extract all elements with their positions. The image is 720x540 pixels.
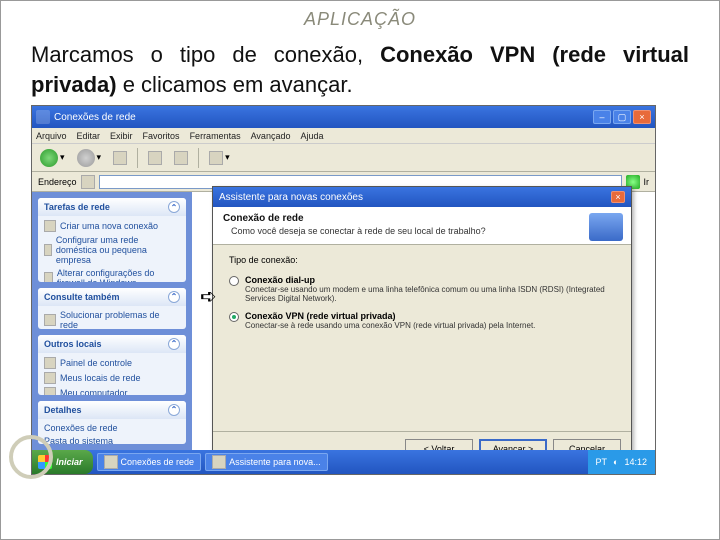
window-titlebar: Conexões de rede – ▢ × xyxy=(32,106,655,128)
dialog-subheading: Como você deseja se conectar à rede de s… xyxy=(231,226,621,236)
panel-header[interactable]: Detalhes⌃ xyxy=(38,401,186,419)
search-button[interactable] xyxy=(144,149,166,167)
sidebar-item[interactable]: Alterar configurações do firewall do Win… xyxy=(44,268,180,281)
close-button[interactable]: × xyxy=(633,110,651,124)
group-label: Tipo de conexão: xyxy=(229,255,615,265)
forward-icon xyxy=(77,149,95,167)
collapse-icon: ⌃ xyxy=(168,201,180,213)
back-icon xyxy=(40,149,58,167)
views-button[interactable]: ▾ xyxy=(205,149,234,167)
dialog-body: Tipo de conexão: Conexão dial-up Conecta… xyxy=(213,245,631,340)
item-icon xyxy=(44,220,56,232)
slide-text-prefix: Marcamos o tipo de conexão, xyxy=(31,42,380,67)
menu-bar: Arquivo Editar Exibir Favoritos Ferramen… xyxy=(32,128,655,144)
search-icon xyxy=(148,151,162,165)
dialog-heading: Conexão de rede xyxy=(223,213,621,224)
menu-item[interactable]: Favoritos xyxy=(143,131,180,141)
collapse-icon: ⌃ xyxy=(168,291,180,303)
dialog-close-button[interactable]: × xyxy=(611,191,625,203)
window-title: Conexões de rede xyxy=(54,112,136,123)
start-label: Iniciar xyxy=(56,457,83,467)
collapse-icon: ⌃ xyxy=(168,338,180,350)
dialog-titlebar: Assistente para novas conexões × xyxy=(213,187,631,207)
taskbar-task[interactable]: Conexões de rede xyxy=(97,453,202,471)
slide-text-suffix: e clicamos em avançar. xyxy=(117,72,353,97)
radio-dialup[interactable]: Conexão dial-up Conectar-se usando um mo… xyxy=(229,275,615,303)
go-label: Ir xyxy=(644,177,650,187)
item-icon xyxy=(44,314,56,326)
collapse-icon: ⌃ xyxy=(168,404,180,416)
system-tray: PT ◐ 14:12 xyxy=(588,450,655,474)
panel-details: Detalhes⌃ Conexões de rede Pasta do sist… xyxy=(38,401,186,444)
radio-desc: Conectar-se à rede usando uma conexão VP… xyxy=(245,321,535,330)
screenshot-frame: Conexões de rede – ▢ × Arquivo Editar Ex… xyxy=(31,105,656,475)
item-icon xyxy=(44,272,53,281)
slide-title: APLICAÇÃO xyxy=(1,1,719,36)
task-icon xyxy=(104,455,118,469)
slide-decor-circle xyxy=(9,435,53,479)
folders-icon xyxy=(174,151,188,165)
panel-other-places: Outros locais⌃ Painel de controle Meus l… xyxy=(38,335,186,395)
tray-clock: 14:12 xyxy=(624,457,647,467)
radio-title: Conexão VPN (rede virtual privada) xyxy=(245,311,535,321)
panel-header[interactable]: Outros locais⌃ xyxy=(38,335,186,353)
minimize-button[interactable]: – xyxy=(593,110,611,124)
radio-icon xyxy=(229,276,239,286)
side-pane: Tarefas de rede⌃ Criar uma nova conexão … xyxy=(32,192,192,450)
forward-button[interactable]: ▾ xyxy=(73,147,106,169)
sidebar-item[interactable]: Solucionar problemas de rede xyxy=(44,310,180,329)
sidebar-item[interactable]: Meus locais de rede xyxy=(44,372,180,384)
item-icon xyxy=(44,244,52,256)
window-controls: – ▢ × xyxy=(593,110,651,124)
menu-item[interactable]: Arquivo xyxy=(36,131,67,141)
panel-header[interactable]: Tarefas de rede⌃ xyxy=(38,198,186,216)
sidebar-item[interactable]: Configurar uma rede doméstica ou pequena… xyxy=(44,235,180,265)
radio-vpn[interactable]: Conexão VPN (rede virtual privada) Conec… xyxy=(229,311,615,330)
up-icon xyxy=(113,151,127,165)
task-icon xyxy=(212,455,226,469)
menu-item[interactable]: Avançado xyxy=(251,131,291,141)
dialog-header: Conexão de rede Como você deseja se cone… xyxy=(213,207,631,245)
item-icon xyxy=(44,372,56,384)
wizard-dialog: Assistente para novas conexões × Conexão… xyxy=(212,186,632,466)
maximize-button[interactable]: ▢ xyxy=(613,110,631,124)
menu-item[interactable]: Exibir xyxy=(110,131,133,141)
menu-item[interactable]: Ferramentas xyxy=(190,131,241,141)
menu-item[interactable]: Ajuda xyxy=(300,131,323,141)
panel-header[interactable]: Consulte também⌃ xyxy=(38,288,186,306)
dialog-title: Assistente para novas conexões xyxy=(219,192,363,203)
back-button[interactable]: ▾ xyxy=(36,147,69,169)
taskbar: Iniciar Conexões de rede Assistente para… xyxy=(32,450,655,474)
dialog-header-icon xyxy=(589,213,623,241)
up-button[interactable] xyxy=(109,149,131,167)
main-area: Assistente para novas conexões × Conexão… xyxy=(192,192,655,450)
radio-title: Conexão dial-up xyxy=(245,275,615,285)
window-icon xyxy=(36,110,50,124)
slide-instruction: Marcamos o tipo de conexão, Conexão VPN … xyxy=(1,36,719,105)
toolbar: ▾ ▾ ▾ xyxy=(32,144,655,172)
address-icon xyxy=(81,175,95,189)
panel-network-tasks: Tarefas de rede⌃ Criar uma nova conexão … xyxy=(38,198,186,281)
address-label: Endereço xyxy=(38,177,77,187)
menu-item[interactable]: Editar xyxy=(77,131,101,141)
panel-see-also: Consulte também⌃ Solucionar problemas de… xyxy=(38,288,186,329)
details-line: Pasta do sistema xyxy=(44,436,180,444)
sidebar-item[interactable]: Criar uma nova conexão xyxy=(44,220,180,232)
pointer-arrow-icon: ➪ xyxy=(200,284,217,309)
item-icon xyxy=(44,357,56,369)
item-icon xyxy=(44,387,56,395)
radio-desc: Conectar-se usando um modem e uma linha … xyxy=(245,285,615,303)
sidebar-item[interactable]: Painel de controle xyxy=(44,357,180,369)
tray-icon[interactable]: ◐ xyxy=(613,457,618,467)
tray-lang[interactable]: PT xyxy=(596,457,608,467)
folders-button[interactable] xyxy=(170,149,192,167)
radio-icon xyxy=(229,312,239,322)
sidebar-item[interactable]: Meu computador xyxy=(44,387,180,395)
details-line: Conexões de rede xyxy=(44,423,180,433)
taskbar-task[interactable]: Assistente para nova... xyxy=(205,453,328,471)
views-icon xyxy=(209,151,223,165)
